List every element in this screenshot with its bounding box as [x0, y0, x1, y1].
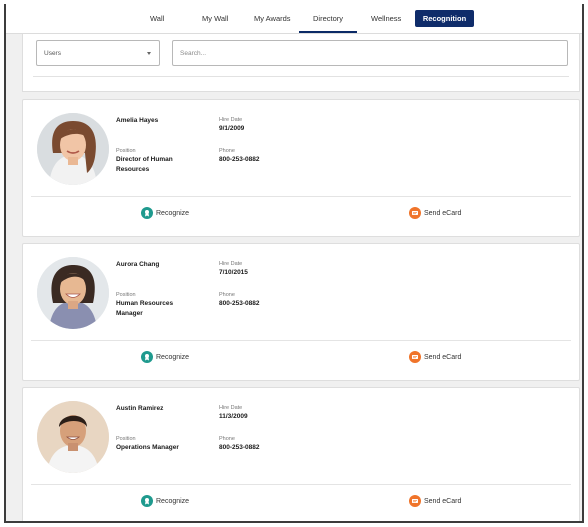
- hire-date-value: 9/1/2009: [219, 125, 245, 132]
- nav-wall[interactable]: Wall: [150, 14, 164, 23]
- avatar-photo: [37, 401, 109, 473]
- ecard-icon: [409, 351, 421, 363]
- search-input[interactable]: [172, 40, 568, 66]
- position-value: Director of Human Resources: [116, 156, 173, 173]
- recognize-label: Recognize: [156, 497, 190, 505]
- hire-date-label: Hire Date: [219, 405, 243, 411]
- avatar-photo: [37, 113, 109, 185]
- employee-name: Aurora Chang: [116, 261, 160, 268]
- app-frame: Wall My Wall My Awards Directory Wellnes…: [4, 4, 584, 523]
- employee-card: Austin Ramirez Hire Date 11/3/2009 Posit…: [22, 387, 580, 521]
- recognize-button[interactable]: Recognize: [141, 206, 189, 220]
- nav-directory[interactable]: Directory: [313, 14, 343, 23]
- recognize-button[interactable]: Recognize: [141, 494, 189, 508]
- nav-my-wall[interactable]: My Wall: [202, 14, 228, 23]
- award-icon: [141, 495, 153, 507]
- position-value: Operations Manager: [116, 444, 179, 451]
- recognition-button[interactable]: Recognition: [415, 10, 474, 27]
- employee-name: Austin Ramirez: [116, 405, 164, 412]
- position-value: Human Resources Manager: [116, 300, 174, 317]
- recognize-button[interactable]: Recognize: [141, 350, 189, 364]
- ecard-icon: [409, 495, 421, 507]
- nav-active-indicator: [299, 31, 357, 33]
- position-label: Position: [116, 292, 136, 298]
- phone-value: 800-253-0882: [219, 156, 260, 163]
- divider: [31, 196, 571, 197]
- phone-label: Phone: [219, 292, 235, 298]
- user-type-select[interactable]: Users: [36, 40, 160, 66]
- nav-wellness[interactable]: Wellness: [371, 14, 401, 23]
- avatar: [37, 257, 109, 329]
- employee-name: Amelia Hayes: [116, 117, 159, 124]
- divider: [31, 484, 571, 485]
- award-icon: [141, 207, 153, 219]
- avatar: [37, 113, 109, 185]
- avatar: [37, 401, 109, 473]
- employee-card: Aurora Chang Hire Date 7/10/2015 Positio…: [22, 243, 580, 381]
- hire-date-value: 7/10/2015: [219, 269, 248, 276]
- hire-date-value: 11/3/2009: [219, 413, 248, 420]
- hire-date-label: Hire Date: [219, 117, 243, 123]
- nav-my-awards[interactable]: My Awards: [254, 14, 291, 23]
- award-icon: [141, 351, 153, 363]
- send-ecard-label: Send eCard: [424, 497, 462, 505]
- filter-bar: Users: [22, 34, 580, 92]
- send-ecard-button[interactable]: Send eCard: [409, 350, 461, 364]
- phone-label: Phone: [219, 436, 235, 442]
- send-ecard-button[interactable]: Send eCard: [409, 206, 461, 220]
- phone-label: Phone: [219, 148, 235, 154]
- avatar-photo: [37, 257, 109, 329]
- phone-value: 800-253-0882: [219, 444, 260, 451]
- select-value: Users: [44, 50, 61, 57]
- send-ecard-label: Send eCard: [424, 209, 462, 217]
- phone-value: 800-253-0882: [219, 300, 260, 307]
- divider: [33, 76, 569, 77]
- employee-card: Amelia Hayes Hire Date 9/1/2009 Position…: [22, 99, 580, 237]
- recognize-label: Recognize: [156, 353, 190, 361]
- chevron-down-icon: [147, 52, 151, 55]
- divider: [31, 340, 571, 341]
- ecard-icon: [409, 207, 421, 219]
- recognize-label: Recognize: [156, 209, 190, 217]
- hire-date-label: Hire Date: [219, 261, 243, 267]
- position-label: Position: [116, 148, 136, 154]
- send-ecard-button[interactable]: Send eCard: [409, 494, 461, 508]
- top-nav: Wall My Wall My Awards Directory Wellnes…: [6, 4, 582, 34]
- position-label: Position: [116, 436, 136, 442]
- send-ecard-label: Send eCard: [424, 353, 462, 361]
